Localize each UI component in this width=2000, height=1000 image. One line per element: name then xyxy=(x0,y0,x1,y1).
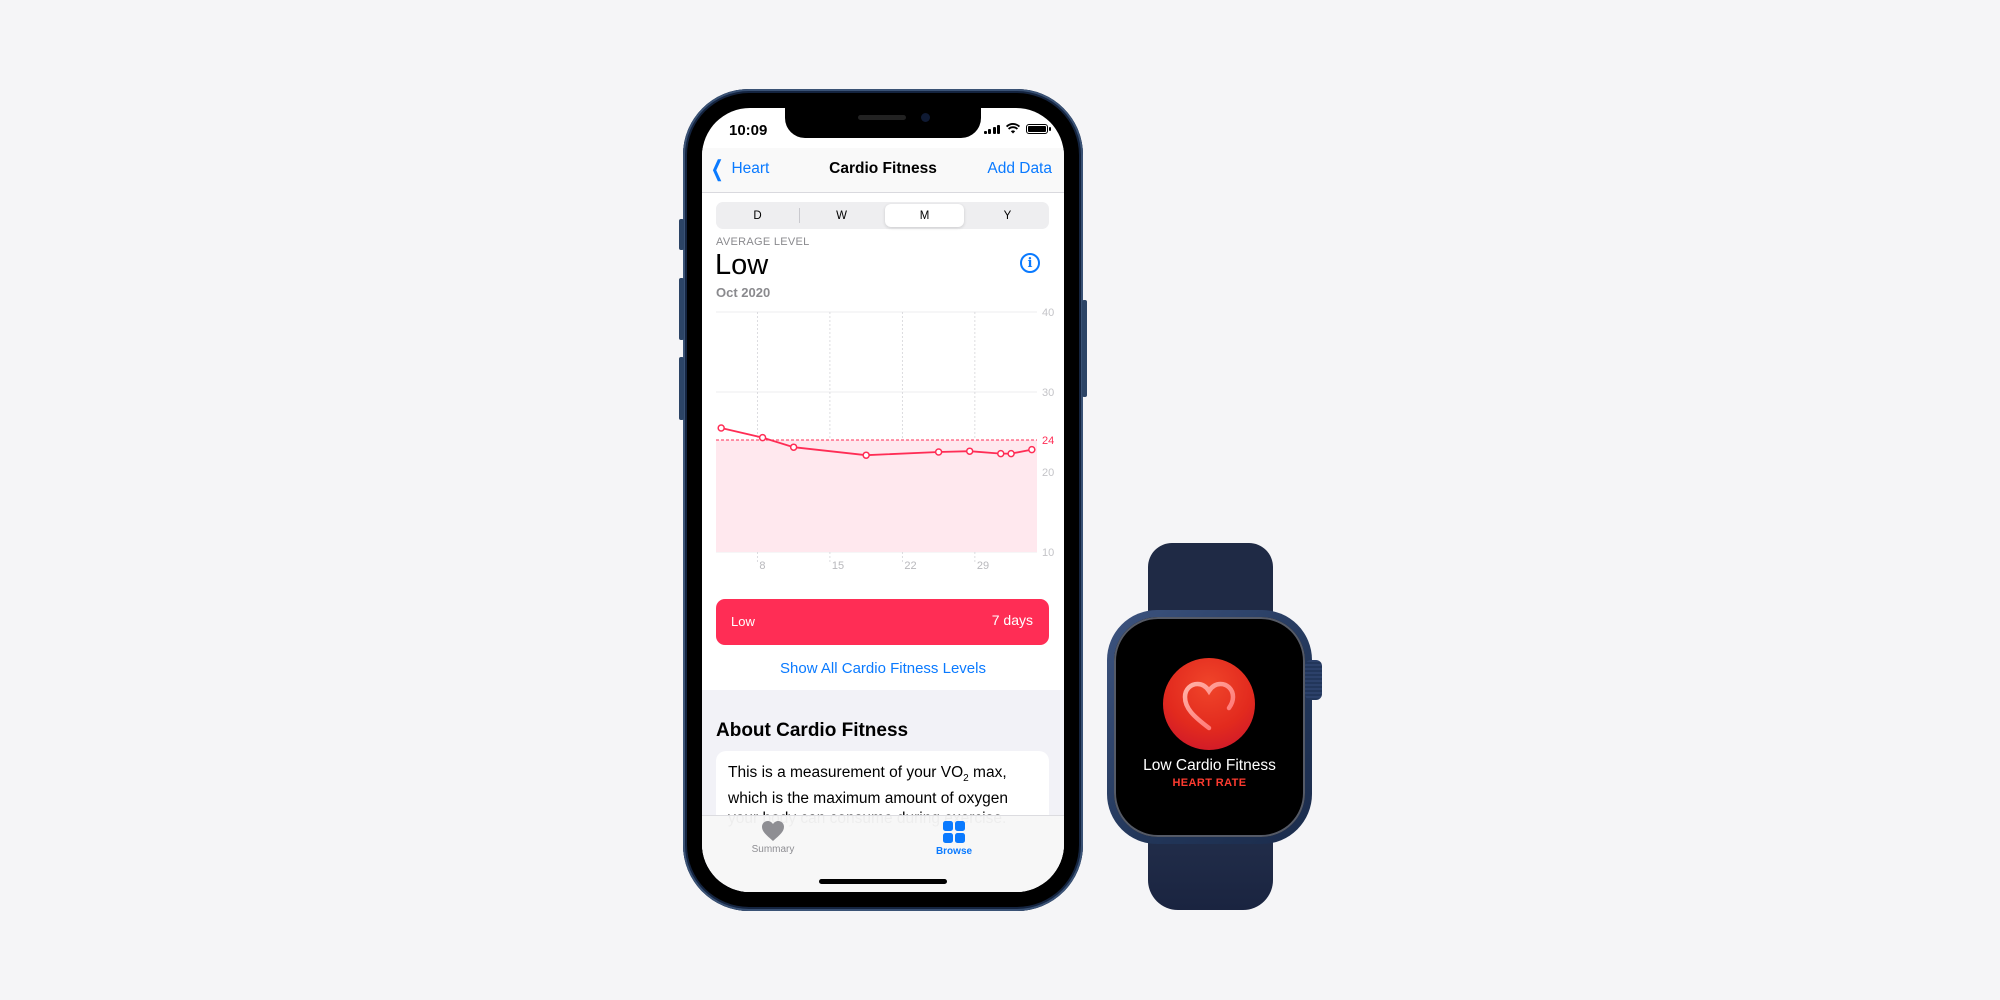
y-tick-label: 10 xyxy=(1042,547,1054,559)
speaker-grille xyxy=(858,115,906,120)
x-tick-label: 29 xyxy=(977,560,989,572)
tab-label: Summary xyxy=(751,844,795,855)
data-point xyxy=(758,433,767,442)
phone-screen: 10:09 ❮ Heart Cardio Fitness Add Data D … xyxy=(702,108,1064,892)
average-level-value: Low xyxy=(715,249,769,281)
show-all-levels-link[interactable]: Show All Cardio Fitness Levels xyxy=(702,660,1064,677)
wifi-icon xyxy=(1006,123,1020,134)
watch-notification-subtitle: HEART RATE xyxy=(1172,777,1247,789)
add-data-button[interactable]: Add Data xyxy=(987,160,1052,178)
watch-notification-title: Low Cardio Fitness xyxy=(1143,757,1276,774)
chart-shaded-area xyxy=(716,439,1037,552)
info-button[interactable]: i xyxy=(1020,253,1040,273)
average-level-label: AVERAGE LEVEL xyxy=(716,236,810,248)
tab-label: Browse xyxy=(935,846,973,857)
level-duration: 7 days xyxy=(991,612,1033,628)
grid-icon xyxy=(943,821,965,843)
volume-up-button xyxy=(679,278,684,340)
tab-browse[interactable]: Browse xyxy=(914,820,994,857)
below-threshold-area xyxy=(716,440,1037,552)
about-title: About Cardio Fitness xyxy=(716,720,909,741)
data-point xyxy=(1007,449,1015,458)
data-point xyxy=(934,448,943,456)
navigation-bar: ❮ Heart Cardio Fitness Add Data xyxy=(702,148,1064,193)
camera-icon xyxy=(921,113,930,122)
level-summary-bar[interactable]: Low 7 days xyxy=(716,599,1049,645)
segment-year[interactable]: Y xyxy=(968,204,1047,227)
home-indicator[interactable] xyxy=(819,879,947,884)
heart-icon xyxy=(762,821,784,841)
segment-divider xyxy=(799,208,800,223)
segment-month[interactable]: M xyxy=(885,204,964,227)
level-name: Low xyxy=(731,614,755,629)
average-level-date: Oct 2020 xyxy=(716,285,771,300)
x-tick-label: 8 xyxy=(759,560,765,572)
side-button xyxy=(1082,300,1087,397)
y-tick-label: 40 xyxy=(1042,307,1054,319)
back-button[interactable]: ❮ Heart xyxy=(708,156,770,181)
status-time: 10:09 xyxy=(729,122,768,139)
time-range-segmented-control: D W M Y xyxy=(716,202,1049,229)
y-tick-label: 30 xyxy=(1042,387,1054,399)
watch-screen: Low Cardio Fitness HEART RATE xyxy=(1124,627,1295,827)
cellular-signal-icon xyxy=(983,124,1000,134)
x-tick-label: 15 xyxy=(832,560,844,572)
cardio-fitness-chart[interactable]: 10 20 30 40 8 15 22 29 24 xyxy=(702,303,1064,573)
tab-summary[interactable]: Summary xyxy=(733,820,813,855)
volume-down-button xyxy=(679,357,684,420)
data-point xyxy=(965,447,974,455)
data-point xyxy=(1028,445,1036,454)
x-tick-label: 22 xyxy=(904,560,916,572)
data-point xyxy=(789,443,798,451)
segment-day[interactable]: D xyxy=(718,204,797,227)
data-point xyxy=(717,424,725,432)
chevron-left-icon: ❮ xyxy=(710,156,724,181)
mute-switch xyxy=(679,219,684,250)
status-icons xyxy=(983,123,1051,134)
y-tick-label: 20 xyxy=(1042,467,1054,479)
notch xyxy=(785,108,981,138)
battery-icon xyxy=(1026,123,1051,134)
back-label: Heart xyxy=(731,160,770,177)
about-text-part: This is a measurement of your VO xyxy=(728,764,964,781)
segment-week[interactable]: W xyxy=(802,204,881,227)
heart-ring-icon xyxy=(1182,681,1236,731)
info-icon: i xyxy=(1027,255,1033,271)
digital-crown xyxy=(1305,660,1322,700)
threshold-label: 24 xyxy=(1042,435,1054,447)
watch-notification-icon xyxy=(1163,658,1255,750)
data-point xyxy=(997,449,1005,458)
data-point xyxy=(862,451,870,459)
